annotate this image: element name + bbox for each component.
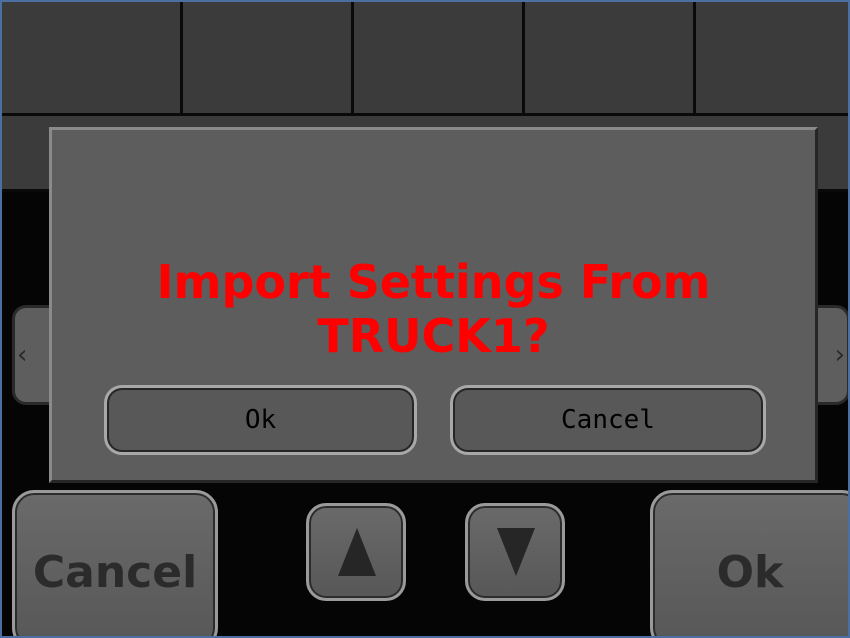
import-settings-dialog: Import Settings From TRUCK1? Ok Cancel xyxy=(49,127,818,483)
grid-cell xyxy=(183,0,354,116)
grid-cell xyxy=(696,0,850,116)
scroll-up-button[interactable] xyxy=(306,503,406,601)
grid-cell xyxy=(525,0,696,116)
dialog-message: Import Settings From TRUCK1? xyxy=(156,255,711,363)
dialog-cancel-button[interactable]: Cancel xyxy=(450,385,766,455)
cancel-button[interactable]: Cancel xyxy=(12,490,218,638)
screen: ‹ › Cancel Ok Import Settings From TRUCK… xyxy=(0,0,850,638)
scroll-down-button[interactable] xyxy=(465,503,565,601)
grid-cell xyxy=(0,0,183,116)
grid-cell xyxy=(354,0,525,116)
ok-button[interactable]: Ok xyxy=(650,490,850,638)
arrow-down-icon xyxy=(497,528,535,576)
dialog-ok-button[interactable]: Ok xyxy=(104,385,417,455)
arrow-up-icon xyxy=(338,528,376,576)
